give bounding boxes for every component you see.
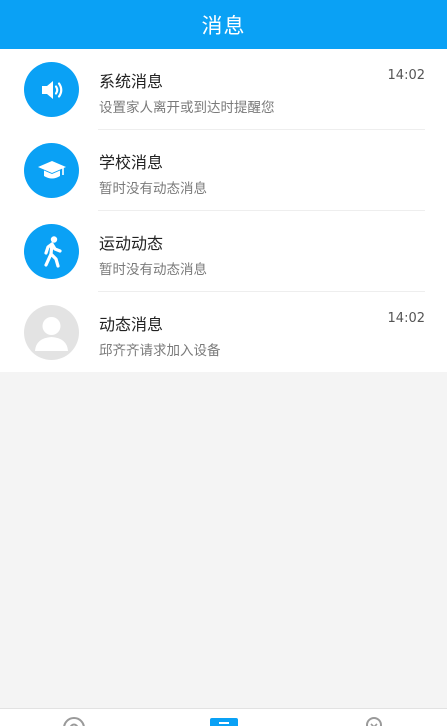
message-item-activity[interactable]: 动态消息 邱齐齐请求加入设备 14:02 <box>0 292 447 373</box>
message-title: 运动动态 <box>99 234 164 253</box>
message-time: 14:02 <box>387 311 425 326</box>
message-item-system[interactable]: 系统消息 设置家人离开或到达时提醒您 14:02 <box>0 49 447 130</box>
message-preview: 暂时没有动态消息 <box>99 262 207 278</box>
location-icon[interactable] <box>62 715 86 726</box>
page-title: 消息 <box>201 13 246 38</box>
message-item-school[interactable]: 学校消息 暂时没有动态消息 <box>0 130 447 211</box>
bottom-tab-bar <box>0 708 447 726</box>
message-list: 系统消息 设置家人离开或到达时提醒您 14:02 学校消息 暂时没有动态消息 运… <box>0 49 447 372</box>
message-title: 学校消息 <box>99 153 164 172</box>
person-avatar-icon <box>24 305 79 360</box>
speaker-icon <box>24 62 79 117</box>
message-title: 系统消息 <box>99 72 164 91</box>
graduation-cap-icon <box>24 143 79 198</box>
message-preview: 邱齐齐请求加入设备 <box>99 343 221 359</box>
header: 消息 <box>0 0 447 49</box>
message-icon[interactable] <box>210 715 238 726</box>
message-time: 14:02 <box>387 68 425 83</box>
message-item-sport[interactable]: 运动动态 暂时没有动态消息 <box>0 211 447 292</box>
profile-icon[interactable] <box>364 715 384 726</box>
message-preview: 暂时没有动态消息 <box>99 181 207 197</box>
walking-person-icon <box>24 224 79 279</box>
message-preview: 设置家人离开或到达时提醒您 <box>99 100 275 116</box>
message-title: 动态消息 <box>99 315 164 334</box>
